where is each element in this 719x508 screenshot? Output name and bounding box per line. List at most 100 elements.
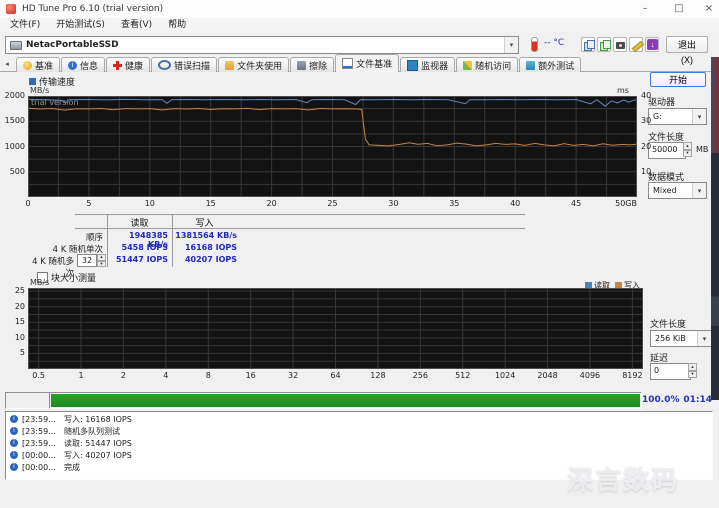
block-size-chart [28, 288, 643, 369]
export-button[interactable] [597, 37, 611, 52]
x-axis-tick: 0.5 [19, 371, 59, 380]
x-axis-tick: 256 [400, 371, 440, 380]
download-icon [646, 38, 658, 51]
delay-input[interactable]: 0 [650, 363, 691, 380]
folder-usage-icon [225, 61, 234, 70]
tab-label: 文件基准 [356, 57, 392, 70]
info-icon [68, 61, 77, 70]
camera-button[interactable] [613, 37, 627, 52]
tab-erase[interactable]: 擦除 [290, 57, 334, 72]
tab-random-access[interactable]: 随机访问 [456, 57, 518, 72]
log-time: [23:59... [22, 427, 56, 436]
write-value: 1381564 KB/s [172, 231, 237, 240]
tab-folder-usage[interactable]: 文件夹使用 [218, 57, 289, 72]
tab-label: 随机访问 [475, 59, 511, 72]
step-down-icon[interactable]: ▼ [683, 150, 692, 158]
table-row: 顺序1948385 KB/s1381564 KB/s [25, 231, 285, 243]
copy-button[interactable] [581, 37, 595, 52]
tab-error-scan[interactable]: 错误扫描 [151, 57, 217, 72]
tab-label: 擦除 [309, 59, 327, 72]
x-axis-tick: 64 [316, 371, 356, 380]
drive-select[interactable]: NetacPortableSSD ▾ [5, 36, 519, 54]
y-axis-tick: 500 [0, 167, 25, 176]
stepper-buttons[interactable]: ▲▼ [97, 254, 106, 267]
tab-extra-test[interactable]: 额外测试 [519, 57, 581, 72]
x-axis-tick: 512 [443, 371, 483, 380]
step-up-icon[interactable]: ▲ [683, 142, 692, 150]
tab-label: 监视器 [421, 59, 448, 72]
file-length-stepper[interactable]: ▲▼ [683, 142, 692, 157]
chevron-down-icon[interactable]: ▾ [692, 109, 706, 124]
tab-monitor[interactable]: 监视器 [400, 57, 455, 72]
toolbar-icon-group [581, 37, 659, 52]
monitor-icon [407, 60, 418, 71]
x-axis-tick: 32 [273, 371, 313, 380]
read-value: 5458 IOPS [107, 243, 168, 252]
x-axis-tick: 45 [558, 199, 594, 208]
menu-item[interactable]: 帮助 [160, 18, 194, 32]
table-line [75, 214, 525, 215]
x-axis-tick: 40 [497, 199, 533, 208]
menu-bar: 文件(F)开始测试(S)查看(V)帮助 [0, 18, 719, 32]
block-file-length-value: 256 KiB [651, 334, 686, 343]
y-axis-tick: 20 [0, 302, 25, 311]
y2-axis-tick: 30 [641, 116, 659, 125]
download-button[interactable] [645, 37, 659, 52]
step-up-icon[interactable]: ▲ [688, 363, 697, 371]
delay-stepper[interactable]: ▲▼ [688, 363, 697, 378]
health-icon [113, 61, 122, 70]
log-entry: [23:59...读取: 51447 IOPS [10, 438, 712, 448]
tab-label: 错误扫描 [174, 59, 210, 72]
menu-item[interactable]: 开始测试(S) [48, 18, 113, 32]
maximize-button[interactable]: □ [666, 0, 692, 18]
x-axis-tick: 4096 [570, 371, 610, 380]
tab-label: 额外测试 [538, 59, 574, 72]
log-message: 写入: 16168 IOPS [64, 414, 132, 425]
chevron-down-icon[interactable]: ▾ [504, 37, 518, 53]
block-size-checkbox-label: 块大小测量 [51, 271, 96, 284]
x-axis-tick: 8192 [612, 371, 652, 380]
y-axis-tick: 25 [0, 286, 25, 295]
minimize-button[interactable]: – [632, 0, 658, 18]
queue-depth-stepper[interactable]: 32▲▼ [77, 254, 106, 267]
x-axis-tick: 1 [61, 371, 101, 380]
chevron-down-icon[interactable]: ▾ [692, 183, 706, 198]
tab-file-benchmark[interactable]: 文件基准 [335, 54, 399, 72]
tab-scroll-left-button[interactable]: ◂ [2, 58, 12, 70]
tab-benchmark[interactable]: 基准 [16, 57, 60, 72]
data-mode-dropdown[interactable]: Mixed ▾ [648, 182, 707, 199]
app-logo-icon [6, 4, 16, 14]
write-column-header: 写入 [172, 216, 237, 229]
progress-fill [51, 394, 640, 407]
close-button[interactable]: × [696, 0, 719, 18]
x-axis-tick: 0 [10, 199, 46, 208]
x-axis-tick: 10 [132, 199, 168, 208]
step-down-icon[interactable]: ▼ [97, 261, 106, 268]
block-file-length-label: 文件长度 [650, 317, 686, 330]
speed-chart-y-unit: MB/s [30, 86, 49, 95]
tab-info[interactable]: 信息 [61, 57, 105, 72]
menu-item[interactable]: 文件(F) [2, 18, 48, 32]
queue-depth-value[interactable]: 32 [77, 254, 97, 267]
transfer-speed-chart [28, 96, 637, 197]
chevron-down-icon[interactable]: ▾ [697, 331, 711, 346]
window-title: HD Tune Pro 6.10 (trial version) [22, 4, 163, 14]
export-icon [598, 38, 610, 51]
pen-button[interactable] [629, 37, 643, 52]
random-access-icon [463, 61, 472, 70]
exit-button[interactable]: 退出(X) [666, 36, 708, 53]
step-down-icon[interactable]: ▼ [688, 371, 697, 379]
x-axis-tick: 128 [358, 371, 398, 380]
x-axis-tick: 15 [193, 199, 229, 208]
progress-bar [49, 392, 642, 409]
log-message: 读取: 51447 IOPS [64, 438, 132, 449]
x-axis-tick: 8 [188, 371, 228, 380]
menu-item[interactable]: 查看(V) [113, 18, 160, 32]
block-file-length-dropdown[interactable]: 256 KiB ▾ [650, 330, 712, 347]
start-button[interactable]: 开始 [650, 72, 706, 87]
camera-icon [614, 38, 626, 51]
info-icon [10, 439, 18, 447]
x-axis-tick: 1024 [485, 371, 525, 380]
tab-health[interactable]: 健康 [106, 57, 150, 72]
read-value: 51447 IOPS [107, 255, 168, 264]
